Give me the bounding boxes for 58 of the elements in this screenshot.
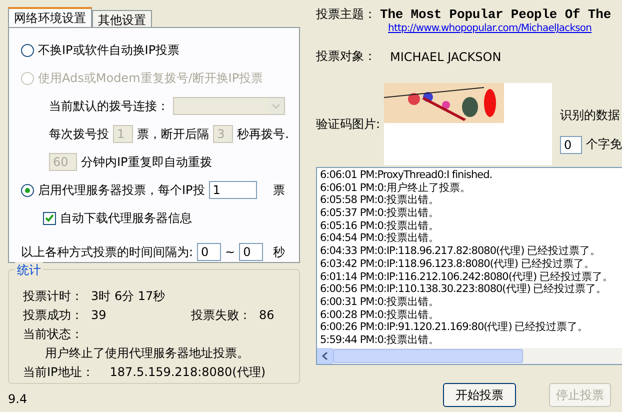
field-label: 每次拨号投 [49,126,109,142]
input-field[interactable]: 0 [560,136,582,154]
log-entry: 6:06:01 PM:0:用户终止了投票。 [320,182,472,194]
stat-label: 投票成功： [23,306,83,324]
log-entry: 6:01:14 PM:0:IP:116.212.106.242:8080(代理) 已经投过票了。 [320,270,614,283]
stat-value: 3时 6分 17秒 [91,288,166,304]
field-label: 秒 [273,244,286,260]
stat-label: 当前IP地址： [23,364,94,380]
log-entry: 6:06:01 PM:ProxyThread0:I finished. [320,169,494,182]
tab[interactable]: 网络环境设置 [8,7,92,27]
stat-label: 投票失败： [191,306,251,324]
tab[interactable]: 其他设置 [92,10,152,27]
log-entry: 6:04:33 PM:0:IP:118.96.217.82:8080(代理) 已经投过票了。 [320,245,602,258]
log-entry: 6:00:28 PM:0:投票出错。 [320,308,440,322]
log-entry: 5:59:44 PM:0:投票出错。 [320,334,440,347]
stat-value: 86 [259,308,274,322]
link[interactable]: http://www.whopopular.com/MichaelJackson [388,23,592,34]
log-entry: 6:04:54 PM:0:投票出错。 [320,232,440,246]
stat-label: 投票计时： [23,288,83,304]
radio-button[interactable] [21,184,34,196]
radio-label: 启用代理服务器投票，每个IP投 [38,182,205,198]
target-value: MICHAEL JACKSON [390,50,502,64]
log-entry: 6:00:56 PM:0:IP:110.138.30.223:8080(代理) 已经投过票了。 [320,283,608,296]
log-entry: 6:03:42 PM:0:IP:118.96.123.8:8080(代理) 已经投过票了。 [320,258,596,270]
log-entry: 6:05:58 PM:0:投票出错。 [320,194,440,207]
checkbox-label: 自动下载代理服务器信息 [60,210,192,226]
log-entry: 6:05:16 PM:0:投票出错。 [320,220,440,232]
topic-title: The Most Popular People Of The [380,7,612,22]
field-label: 秒再拨号. [237,126,289,142]
stat-value: 187.5.159.218:8080(代理) [110,364,266,380]
checkbox[interactable] [43,212,56,224]
field-label: 当前默认的拨号连接： [49,98,169,114]
field-label: 个字免 [586,136,622,153]
radio-button[interactable] [21,44,34,56]
radio-label: 不换IP或软件自动换IP投票 [38,42,180,58]
stat-value: 39 [91,308,108,322]
field-label: 投票主题： [316,6,376,23]
field-label: 票 [272,182,285,198]
version-text: 9.4 [8,392,28,406]
stat-label: 当前状态： [23,326,83,342]
log-entry: 6:00:26 PM:0:IP:91.120.21.169:80(代理) 已经投过票了。 [320,321,590,334]
log-entry: 6:05:37 PM:0:投票出错。 [320,207,440,220]
button[interactable]: 开始投票 [443,383,516,407]
status-text: 用户终止了使用代理服务器地址投票。 [45,344,249,362]
input-field[interactable]: 0 [197,243,222,261]
separator: ~ [225,245,236,259]
field-label: 以上各种方式投票的时间间隔为: [21,244,194,260]
input-field[interactable]: 1 [208,181,257,199]
input-field[interactable]: 0 [239,243,264,261]
field-label: 分钟内IP重复即自动重拨 [81,154,212,170]
field-label: 票，断开后隔 [137,126,210,142]
field-label: 识别的数据 [560,106,621,124]
horizontal-scrollbar[interactable] [317,348,622,364]
field-label: 验证码图片: [316,116,382,132]
radio-label: 使用Ads或Modem重复拨号/断开换IP投票 [38,70,264,86]
field-label: 投票对象： [316,48,376,65]
log-entry: 6:00:31 PM:0:投票出错。 [320,296,440,309]
scroll-left-icon[interactable] [322,352,328,360]
